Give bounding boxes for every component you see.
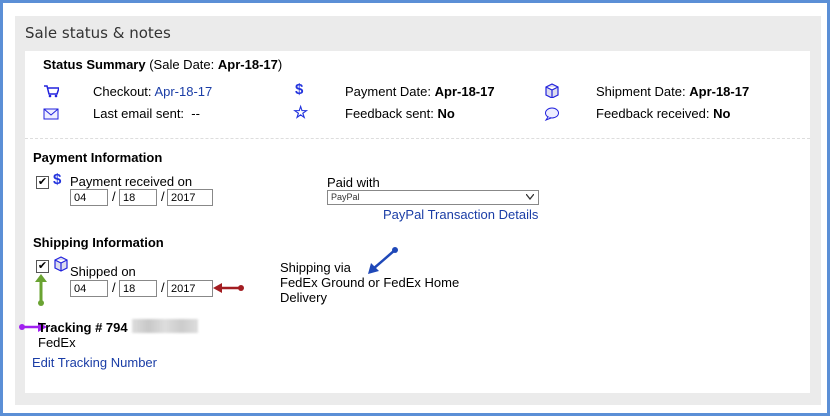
star-icon: ☆ bbox=[293, 103, 309, 122]
payment-year-input[interactable]: 2017 bbox=[167, 189, 213, 206]
shipping-via: Shipping via FedEx Ground or FedEx Home … bbox=[280, 260, 459, 305]
checkout-row: Checkout: Apr-18-17 bbox=[93, 84, 212, 99]
date-separator: / bbox=[112, 189, 116, 204]
payment-month-input[interactable]: 04 bbox=[70, 189, 108, 206]
shipping-via-label: Shipping via bbox=[280, 260, 351, 275]
payment-info-heading: Payment Information bbox=[33, 150, 163, 165]
envelope-icon bbox=[43, 108, 59, 120]
shipping-info-heading: Shipping Information bbox=[33, 235, 164, 250]
window-frame: Sale status & notes Status Summary (Sale… bbox=[0, 0, 830, 416]
feedback-sent-label: Feedback sent: bbox=[345, 106, 434, 121]
shipped-year-input[interactable]: 2017 bbox=[167, 280, 213, 297]
date-separator: / bbox=[161, 189, 165, 204]
payment-received-checkbox[interactable]: ✔ bbox=[36, 176, 49, 189]
annotation-arrow-left-icon bbox=[213, 283, 244, 293]
last-email-value: -- bbox=[191, 106, 200, 121]
payment-date: Apr-18-17 bbox=[434, 84, 495, 99]
date-separator: / bbox=[112, 280, 116, 295]
paid-with-select[interactable]: PayPal bbox=[327, 190, 539, 205]
panel-title: Sale status & notes bbox=[25, 24, 171, 42]
last-email-row: Last email sent: -- bbox=[93, 106, 200, 121]
paypal-transaction-link[interactable]: PayPal Transaction Details bbox=[383, 207, 538, 222]
carrier: FedEx bbox=[38, 335, 76, 350]
status-summary-heading: Status Summary (Sale Date: Apr-18-17) bbox=[43, 57, 282, 72]
shipment-date: Apr-18-17 bbox=[689, 84, 750, 99]
payment-date-label: Payment Date: bbox=[345, 84, 431, 99]
speech-bubble-icon bbox=[544, 107, 559, 121]
panel-content: Status Summary (Sale Date: Apr-18-17) Ch… bbox=[19, 51, 810, 393]
status-summary-label: Status Summary bbox=[43, 57, 146, 72]
dollar-icon: $ bbox=[53, 171, 62, 188]
shipping-service-cont: Delivery bbox=[280, 290, 327, 305]
feedback-sent-row: Feedback sent: No bbox=[345, 106, 455, 121]
shipping-service: FedEx Ground or FedEx Home bbox=[280, 275, 460, 290]
annotation-arrow-up-icon bbox=[35, 274, 47, 306]
divider bbox=[25, 138, 810, 139]
shipped-checkbox[interactable]: ✔ bbox=[36, 260, 49, 273]
sale-date-label: (Sale Date: bbox=[149, 57, 215, 72]
checkout-label: Checkout: bbox=[93, 84, 152, 99]
package-icon bbox=[545, 83, 559, 98]
chevron-down-icon bbox=[526, 194, 534, 200]
paid-with-label: Paid with bbox=[327, 175, 380, 190]
payment-received-label: Payment received on bbox=[70, 174, 193, 189]
edit-tracking-link[interactable]: Edit Tracking Number bbox=[32, 355, 157, 370]
shipped-day-input[interactable]: 18 bbox=[119, 280, 157, 297]
sale-status-panel: Sale status & notes Status Summary (Sale… bbox=[15, 16, 821, 405]
package-icon bbox=[54, 256, 68, 272]
redacted-tracking bbox=[132, 319, 198, 333]
paid-with-value: PayPal bbox=[331, 192, 360, 202]
last-email-label: Last email sent: bbox=[93, 106, 185, 121]
shipped-month-input[interactable]: 04 bbox=[70, 280, 108, 297]
feedback-received-value: No bbox=[713, 106, 731, 121]
checkout-date-link[interactable]: Apr-18-17 bbox=[154, 84, 212, 99]
payment-day-input[interactable]: 18 bbox=[119, 189, 157, 206]
feedback-received-row: Feedback received: No bbox=[596, 106, 730, 121]
shipment-date-row: Shipment Date: Apr-18-17 bbox=[596, 84, 749, 99]
sale-date: Apr-18-17 bbox=[217, 57, 278, 72]
cart-icon bbox=[44, 85, 59, 98]
shipped-on-label: Shipped on bbox=[70, 264, 136, 279]
date-separator: / bbox=[161, 280, 165, 295]
payment-date-row: Payment Date: Apr-18-17 bbox=[345, 84, 495, 99]
paren: ) bbox=[277, 57, 283, 72]
feedback-received-label: Feedback received: bbox=[596, 106, 710, 121]
tracking-number: Tracking # 794 bbox=[38, 320, 128, 335]
feedback-sent-value: No bbox=[437, 106, 455, 121]
dollar-icon: $ bbox=[295, 81, 304, 98]
shipment-date-label: Shipment Date: bbox=[596, 84, 686, 99]
